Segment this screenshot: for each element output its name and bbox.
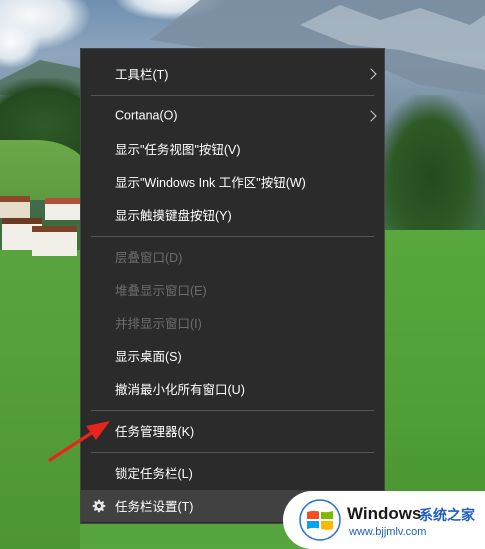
menu-item-show-windows-ink-button[interactable]: 显示"Windows Ink 工作区"按钮(W): [81, 166, 384, 198]
menu-item-undo-minimize-all[interactable]: 撤消最小化所有窗口(U): [81, 373, 384, 405]
menu-item-label: 工具栏(T): [115, 68, 169, 83]
menu-item-label: 任务栏设置(T): [115, 500, 194, 515]
menu-item-label: 并排显示窗口(I): [115, 317, 202, 332]
menu-item-stack-windows: 堆叠显示窗口(E): [81, 274, 384, 306]
menu-item-show-task-view-button[interactable]: 显示"任务视图"按钮(V): [81, 133, 384, 165]
windows-logo-icon: [299, 499, 341, 541]
menu-separator: [91, 452, 374, 453]
taskbar-context-menu: 工具栏(T) Cortana(O) 显示"任务视图"按钮(V) 显示"Windo…: [80, 48, 385, 524]
menu-item-label: 撤消最小化所有窗口(U): [115, 383, 245, 398]
menu-item-label: 层叠窗口(D): [115, 251, 183, 266]
menu-item-label: 显示"Windows Ink 工作区"按钮(W): [115, 176, 306, 191]
chevron-right-icon: [365, 68, 377, 80]
menu-separator: [91, 95, 374, 96]
menu-separator: [91, 410, 374, 411]
menu-item-side-by-side-windows: 并排显示窗口(I): [81, 307, 384, 339]
watermark-url: www.bjjmlv.com: [349, 526, 427, 538]
menu-item-toolbars[interactable]: 工具栏(T): [81, 58, 384, 90]
chevron-right-icon: [365, 110, 377, 122]
menu-item-label: 显示触摸键盘按钮(Y): [115, 209, 232, 224]
menu-item-label: 显示桌面(S): [115, 350, 182, 365]
menu-item-label: 堆叠显示窗口(E): [115, 284, 207, 299]
menu-item-show-desktop[interactable]: 显示桌面(S): [81, 340, 384, 372]
watermark-brand-cn: 系统之家: [419, 508, 475, 524]
menu-item-label: 锁定任务栏(L): [115, 467, 193, 482]
menu-item-label: Cortana(O): [115, 108, 178, 123]
menu-item-label: 任务管理器(K): [115, 425, 195, 440]
gear-icon: [92, 499, 106, 513]
menu-item-cortana[interactable]: Cortana(O): [81, 100, 384, 132]
menu-item-label: 显示"任务视图"按钮(V): [115, 143, 241, 158]
watermark-brand: Windows: [347, 504, 422, 523]
menu-item-cascade-windows: 层叠窗口(D): [81, 241, 384, 273]
menu-item-lock-taskbar[interactable]: 锁定任务栏(L): [81, 457, 384, 489]
menu-item-task-manager[interactable]: 任务管理器(K): [81, 415, 384, 447]
menu-item-show-touch-keyboard-button[interactable]: 显示触摸键盘按钮(Y): [81, 199, 384, 231]
watermark: Windows 系统之家 www.bjjmlv.com: [283, 491, 485, 549]
menu-separator: [91, 236, 374, 237]
